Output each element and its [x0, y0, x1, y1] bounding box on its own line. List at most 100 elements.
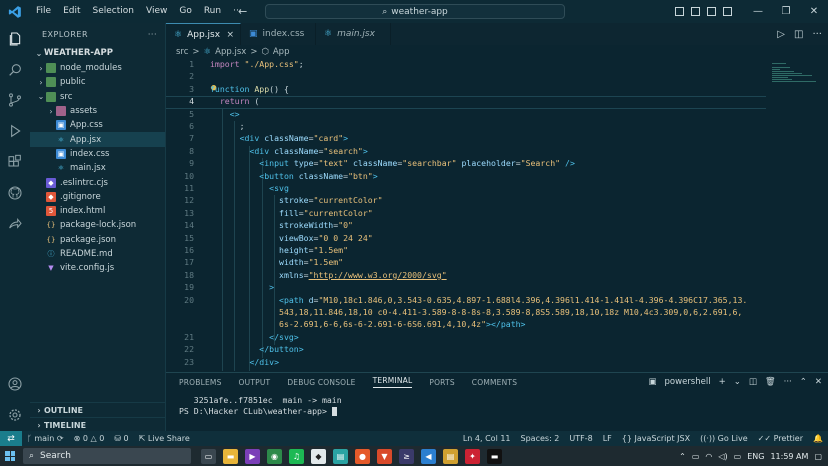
source-control-icon[interactable]: [6, 91, 24, 109]
terminal-taskbar-icon[interactable]: ▬: [487, 448, 502, 464]
folder-assets[interactable]: › assets: [30, 104, 165, 118]
panel-tab-problems[interactable]: PROBLEMS: [179, 378, 222, 387]
code-line[interactable]: 9 <input type="text" className="searchba…: [166, 158, 766, 170]
folder-public[interactable]: › public: [30, 75, 165, 89]
file-index-css[interactable]: ▣ index.css: [30, 147, 165, 161]
app-icon[interactable]: ✦: [465, 448, 480, 464]
ports-status[interactable]: ⛁ 0: [109, 434, 133, 443]
panel-tab-comments[interactable]: COMMENTS: [472, 378, 517, 387]
menu-item-go[interactable]: Go: [173, 0, 197, 23]
customize-layout-icon[interactable]: [723, 7, 732, 16]
run-debug-icon[interactable]: [6, 122, 24, 140]
code-line[interactable]: 16 height="1.5em": [166, 245, 766, 257]
tab-App-jsx[interactable]: ⚛ App.jsx ×: [166, 23, 241, 45]
back-icon[interactable]: ←: [238, 5, 247, 18]
folder-node_modules[interactable]: › node_modules: [30, 61, 165, 75]
spotify-icon[interactable]: ♫: [289, 448, 304, 464]
file-package-json[interactable]: {} package.json: [30, 233, 165, 247]
menu-item-file[interactable]: File: [30, 0, 57, 23]
toggle-secondary-sidebar-icon[interactable]: [707, 7, 716, 16]
file--gitignore[interactable]: ◆ .gitignore: [30, 190, 165, 204]
file-main-jsx[interactable]: ⚛ main.jsx: [30, 161, 165, 175]
end-of-line[interactable]: LF: [598, 434, 617, 443]
explorer-icon[interactable]: [6, 30, 24, 48]
vscode-taskbar-icon[interactable]: ◀: [421, 448, 436, 464]
more-icon[interactable]: ···: [812, 29, 822, 40]
code-line[interactable]: 6 ;: [166, 121, 766, 133]
toggle-panel-icon[interactable]: [691, 7, 700, 16]
tab-main-jsx[interactable]: ⚛ main.jsx: [316, 23, 391, 45]
task-view-icon[interactable]: ▭: [201, 448, 216, 464]
language-indicator[interactable]: ENG: [747, 452, 764, 461]
branch-status[interactable]: ᚴ main ⟳: [22, 434, 69, 443]
panel-tab-terminal[interactable]: TERMINAL: [372, 376, 413, 388]
code-line[interactable]: 23 </div>: [166, 357, 766, 369]
restore-icon[interactable]: ❐: [772, 0, 800, 23]
accounts-icon[interactable]: [6, 375, 24, 393]
code-line[interactable]: 13 fill="currentColor": [166, 208, 766, 220]
new-terminal-icon[interactable]: +: [719, 377, 726, 387]
code-line[interactable]: 2: [166, 71, 766, 83]
split-editor-icon[interactable]: ◫: [794, 29, 803, 40]
file--eslintrc-cjs[interactable]: ◆ .eslintrc.cjs: [30, 175, 165, 189]
chevron-down-icon[interactable]: ⌄: [734, 377, 741, 387]
trash-icon[interactable]: 🗑: [765, 377, 776, 387]
problems-status[interactable]: ⊗ 0 △ 0: [69, 434, 110, 443]
command-center-search[interactable]: ⌕ weather-app: [265, 4, 565, 19]
settings-gear-icon[interactable]: [6, 406, 24, 424]
maximize-panel-icon[interactable]: ⌃: [800, 377, 807, 387]
code-line[interactable]: 20 <path d="M10,18c1.846,0,3.543-0.635,4…: [166, 295, 766, 307]
code-line[interactable]: 12 stroke="currentColor": [166, 195, 766, 207]
file-App-css[interactable]: ▣ App.css: [30, 118, 165, 132]
code-line[interactable]: 21 </svg>: [166, 332, 766, 344]
file-README-md[interactable]: ⓘ README.md: [30, 247, 165, 261]
breadcrumb-symbol[interactable]: App: [273, 47, 290, 57]
breadcrumb-src[interactable]: src: [176, 47, 188, 57]
chrome-icon[interactable]: ◉: [267, 448, 282, 464]
file-vite-config-js[interactable]: ▼ vite.config.js: [30, 261, 165, 275]
file-App-jsx[interactable]: ⚛ App.jsx: [30, 132, 165, 147]
close-tab-icon[interactable]: ×: [226, 30, 234, 40]
tab-index-css[interactable]: ▣ index.css: [241, 23, 316, 45]
chevron-up-icon[interactable]: ⌃: [679, 452, 686, 461]
wifi-icon[interactable]: ◠: [705, 452, 712, 461]
brave-icon[interactable]: ▼: [377, 448, 392, 464]
go-live[interactable]: ((·)) Go Live: [695, 434, 753, 443]
start-button[interactable]: [0, 451, 20, 461]
outline-section[interactable]: › OUTLINE: [30, 402, 166, 417]
file-package-lock-json[interactable]: {} package-lock.json: [30, 218, 165, 232]
prettier-status[interactable]: ✓✓ Prettier: [753, 434, 808, 443]
code-line[interactable]: 10 <button className="btn">: [166, 171, 766, 183]
github-desktop-icon[interactable]: ◆: [311, 448, 326, 464]
code-line[interactable]: 22 </button>: [166, 344, 766, 356]
search-icon[interactable]: [6, 61, 24, 79]
encoding[interactable]: UTF-8: [564, 434, 597, 443]
code-line[interactable]: 6s-2.691,6-6,6s-6-2.691-6-6S6.691,4,10,4…: [166, 319, 766, 331]
code-line[interactable]: 18 xmlns="http://www.w3.org/2000/svg": [166, 270, 766, 282]
close-window-icon[interactable]: ✕: [800, 0, 828, 23]
minimize-icon[interactable]: —: [744, 0, 772, 23]
menu-item-view[interactable]: View: [140, 0, 173, 23]
close-panel-icon[interactable]: ✕: [815, 377, 822, 387]
battery-icon[interactable]: ▭: [734, 452, 742, 461]
breadcrumb-file[interactable]: App.jsx: [215, 47, 246, 57]
code-line[interactable]: 1 import "./App.css";: [166, 59, 766, 71]
panel-tab-ports[interactable]: PORTS: [429, 378, 454, 387]
notifications-bell-icon[interactable]: 🔔: [808, 434, 828, 443]
live-share-icon[interactable]: [6, 215, 24, 233]
notification-icon[interactable]: ▢: [814, 452, 822, 461]
menu-item-run[interactable]: Run: [198, 0, 227, 23]
code-line[interactable]: 17 width="1.5em": [166, 257, 766, 269]
code-line[interactable]: 7 <div className="card">: [166, 133, 766, 145]
code-line[interactable]: 8 <div className="search">: [166, 146, 766, 158]
remote-indicator-icon[interactable]: ⇄: [0, 431, 22, 446]
code-line[interactable]: 11 <svg: [166, 183, 766, 195]
postman-icon[interactable]: ●: [355, 448, 370, 464]
folder-src[interactable]: ⌄ src: [30, 90, 165, 104]
panel-tab-debug-console[interactable]: DEBUG CONSOLE: [287, 378, 355, 387]
code-line[interactable]: 4 return (: [166, 96, 766, 108]
extensions-icon[interactable]: [6, 153, 24, 171]
cursor-position[interactable]: Ln 4, Col 11: [458, 434, 516, 443]
more-icon[interactable]: ···: [784, 377, 792, 387]
code-editor[interactable]: ● 1 import "./App.css"; 2 3 function App() {…: [166, 59, 766, 372]
